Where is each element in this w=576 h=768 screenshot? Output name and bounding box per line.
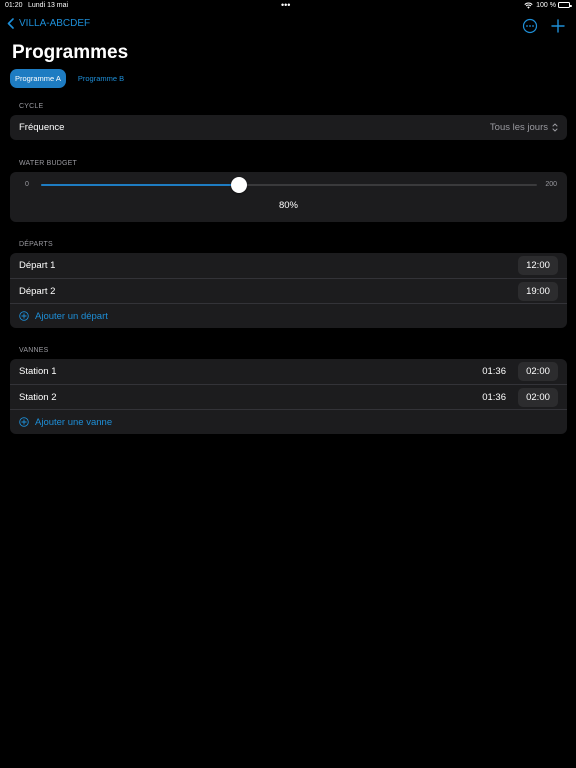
status-right: 100 % xyxy=(524,2,556,9)
back-label: VILLA-ABCDEF xyxy=(19,18,91,29)
add-depart-label: Ajouter un départ xyxy=(35,310,108,322)
frequency-label: Fréquence xyxy=(19,122,65,133)
navigation-bar: VILLA-ABCDEF xyxy=(0,16,576,36)
add-depart-button[interactable]: Ajouter un départ xyxy=(10,303,567,328)
page-title: Programmes xyxy=(12,42,129,63)
list-item: Station 2 01:36 02:00 xyxy=(10,384,567,409)
slider-min-label: 0 xyxy=(25,181,29,188)
depart-time-button[interactable]: 12:00 xyxy=(518,256,558,275)
water-budget-card: 0 200 80% xyxy=(10,172,567,222)
status-bar: 01:20 Lundi 13 mai ••• 100 % xyxy=(0,0,576,12)
depart-time-button[interactable]: 19:00 xyxy=(518,281,558,301)
cycle-card: Fréquence Tous les jours xyxy=(10,115,567,140)
tab-programme-b[interactable]: Programme B xyxy=(68,69,134,88)
departs-card: Départ 1 12:00 Départ 2 19:00 Ajouter un… xyxy=(10,253,567,328)
status-date: Lundi 13 mai xyxy=(28,2,69,9)
list-item: Départ 2 19:00 xyxy=(10,278,567,303)
chevron-up-down-icon xyxy=(552,123,558,132)
station-duration: 01:36 xyxy=(482,391,506,403)
slider-max-label: 200 xyxy=(545,181,557,188)
battery-percent: 100 % xyxy=(536,2,556,9)
wifi-icon xyxy=(524,2,533,9)
slider-fill xyxy=(41,184,240,186)
chevron-left-icon xyxy=(7,18,14,29)
frequency-row[interactable]: Fréquence Tous les jours xyxy=(10,115,567,140)
station-time-button[interactable]: 02:00 xyxy=(518,387,558,407)
slider-thumb[interactable] xyxy=(231,177,248,193)
water-budget-value: 80% xyxy=(278,200,298,211)
station-duration: 01:36 xyxy=(482,366,506,377)
multitasking-dots[interactable]: ••• xyxy=(281,0,290,10)
station-label: Station 2 xyxy=(19,391,57,403)
vannes-card: Station 1 01:36 02:00 Station 2 01:36 02… xyxy=(10,359,567,434)
more-icon[interactable] xyxy=(522,18,538,34)
depart-label: Départ 1 xyxy=(19,260,56,271)
add-vanne-button[interactable]: Ajouter une vanne xyxy=(10,409,567,434)
slider-track[interactable] xyxy=(41,177,537,193)
cycle-section-title: CYCLE xyxy=(19,103,44,110)
add-vanne-label: Ajouter une vanne xyxy=(35,416,113,428)
tab-programme-a[interactable]: Programme A xyxy=(10,69,66,88)
depart-label: Départ 2 xyxy=(19,285,56,297)
list-item: Départ 1 12:00 xyxy=(10,253,567,278)
list-item: Station 1 01:36 02:00 xyxy=(10,359,567,384)
vannes-section-title: VANNES xyxy=(19,347,49,354)
program-tabs: Programme A Programme B xyxy=(10,69,134,88)
station-label: Station 1 xyxy=(19,366,57,377)
battery-icon xyxy=(558,2,572,8)
status-time: 01:20 xyxy=(5,2,23,9)
back-button[interactable]: VILLA-ABCDEF xyxy=(7,18,90,29)
frequency-value: Tous les jours xyxy=(489,122,548,133)
water-budget-slider[interactable]: 0 200 xyxy=(10,172,567,197)
plus-circle-icon xyxy=(19,417,29,427)
add-icon[interactable] xyxy=(550,18,566,34)
plus-circle-icon xyxy=(19,311,29,321)
water-budget-section-title: WATER BUDGET xyxy=(19,160,78,167)
station-time-button[interactable]: 02:00 xyxy=(518,362,558,381)
departs-section-title: DÉPARTS xyxy=(19,241,53,248)
